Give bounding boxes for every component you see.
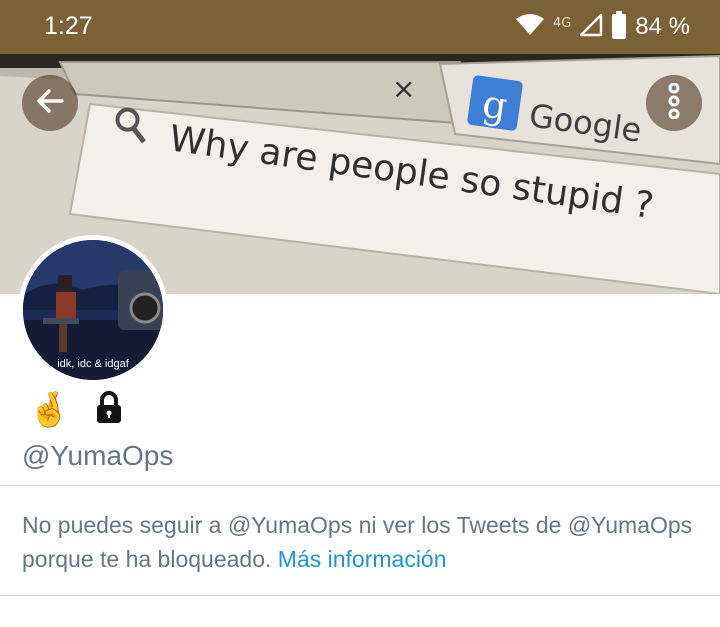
google-logo-icon: g <box>467 75 523 131</box>
avatar-caption: idk, idc & idgaf <box>57 358 129 370</box>
blocked-notice: No puedes seguir a @YumaOps ni ver los T… <box>22 508 702 576</box>
divider-bottom <box>0 595 720 596</box>
avatar-image: idk, idc & idgaf <box>23 240 163 380</box>
profile-handle: @YumaOps <box>22 440 174 471</box>
banner-tab-close: × <box>392 72 415 105</box>
status-icons: 4G 84 % <box>515 10 690 44</box>
wifi-icon <box>515 13 545 41</box>
more-options-button[interactable] <box>646 75 702 131</box>
more-vertical-icon <box>664 82 684 123</box>
more-info-link[interactable]: Más información <box>278 546 447 572</box>
arrow-left-icon <box>35 86 65 120</box>
lock-icon <box>94 391 124 429</box>
back-button[interactable] <box>22 75 78 131</box>
status-bar: 1:27 4G 84 % <box>0 0 720 54</box>
status-time: 1:27 <box>44 12 93 40</box>
profile-badges: 🤞 <box>28 390 124 430</box>
network-type: 4G <box>552 15 572 31</box>
divider-top <box>0 485 720 486</box>
crossed-fingers-icon: 🤞 <box>28 390 71 430</box>
battery-icon <box>611 11 627 43</box>
signal-icon <box>579 13 603 41</box>
profile-avatar[interactable]: idk, idc & idgaf <box>18 235 168 385</box>
battery-percent: 84 % <box>635 13 690 40</box>
